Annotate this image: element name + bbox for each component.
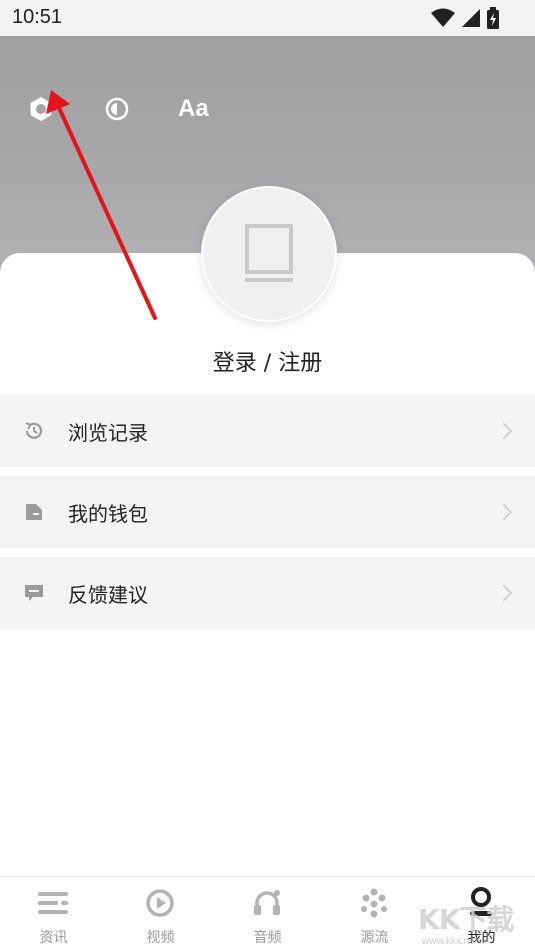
status-time: 10:51 <box>12 6 63 28</box>
avatar[interactable] <box>201 186 337 322</box>
chevron-right-icon <box>502 503 513 521</box>
tab-audio[interactable]: 音频 <box>214 877 321 952</box>
menu-item-history[interactable]: 浏览记录 <box>0 395 535 467</box>
signal-icon <box>462 9 480 27</box>
watermark: KK下载 www.kkx.net <box>418 898 533 948</box>
menu-item-label: 浏览记录 <box>68 420 148 445</box>
watermark-url: www.kkx.net <box>422 936 478 947</box>
tab-label: 音频 <box>253 930 282 946</box>
news-icon <box>36 887 70 919</box>
login-register-link[interactable]: 登录 / 注册 <box>0 345 535 377</box>
history-icon <box>22 419 46 443</box>
tab-label: 资讯 <box>39 930 68 946</box>
wallet-icon <box>22 500 46 524</box>
tab-label: 视频 <box>146 930 175 946</box>
tab-video[interactable]: 视频 <box>107 877 214 952</box>
settings-icon[interactable] <box>24 92 58 126</box>
menu-item-wallet[interactable]: 我的钱包 <box>0 476 535 548</box>
chevron-right-icon <box>502 584 513 602</box>
font-size-button[interactable]: Aa <box>178 94 209 124</box>
menu-item-label: 反馈建议 <box>68 582 148 607</box>
tab-news[interactable]: 资讯 <box>0 877 107 952</box>
book-icon <box>245 224 293 282</box>
chevron-right-icon <box>502 422 513 440</box>
tab-label: 源流 <box>360 930 389 946</box>
status-bar: 10:51 <box>0 0 535 36</box>
tab-source[interactable]: 源流 <box>321 877 428 952</box>
play-icon <box>143 887 177 919</box>
feedback-icon <box>22 581 46 605</box>
menu-item-label: 我的钱包 <box>68 501 148 526</box>
theme-toggle-icon[interactable] <box>100 92 134 126</box>
wifi-icon <box>431 8 455 27</box>
headphones-icon <box>250 887 284 919</box>
watermark-logo: KK下载 <box>418 903 514 936</box>
source-icon <box>357 887 391 919</box>
menu-item-feedback[interactable]: 反馈建议 <box>0 557 535 629</box>
battery-icon <box>487 7 499 29</box>
status-icons <box>431 7 499 29</box>
